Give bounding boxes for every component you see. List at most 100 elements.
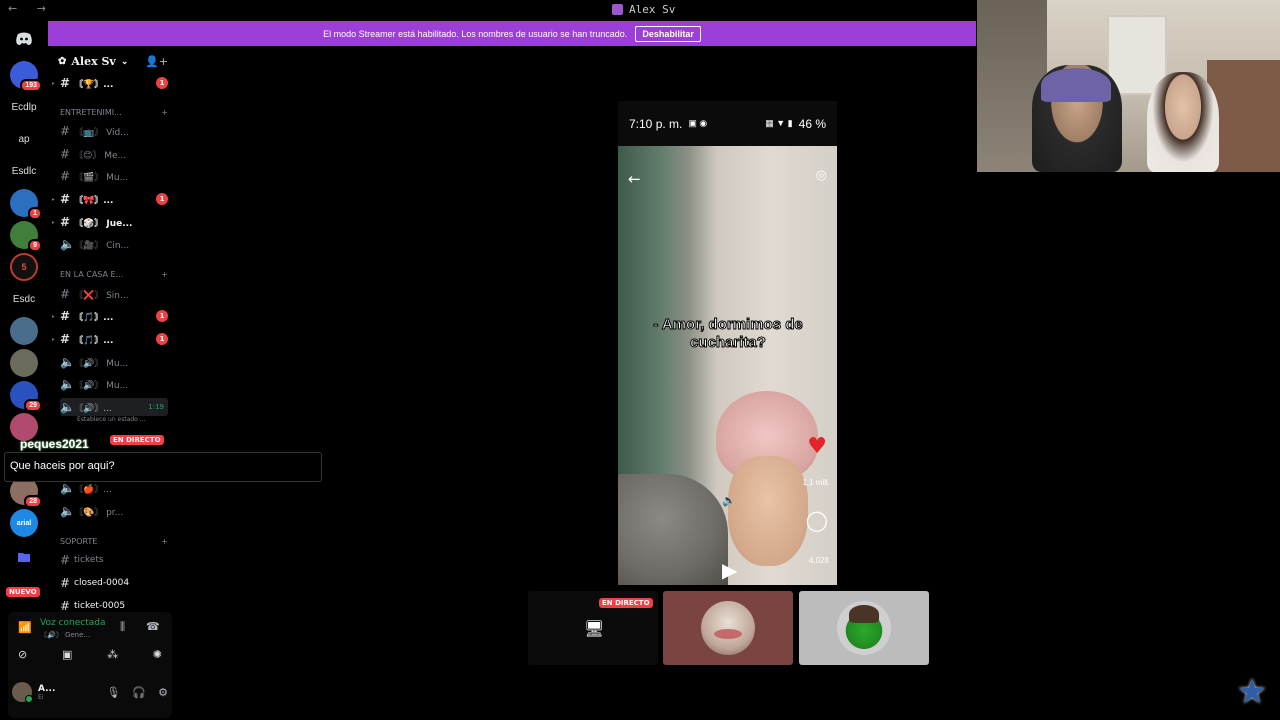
user-area: A... Ei 🎙 🎧 ⚙ <box>12 682 168 703</box>
channel-logo-icon: ★ <box>1236 672 1268 712</box>
participant-tile[interactable] <box>663 591 793 665</box>
disconnect-icon[interactable]: ☎ <box>146 620 160 633</box>
noise-suppression-icon[interactable]: ⫼ <box>120 620 125 634</box>
activities-icon[interactable]: ⁂ <box>107 648 118 661</box>
hash-icon: # <box>60 169 71 183</box>
discord-home-icon[interactable] <box>10 25 38 53</box>
channel-item[interactable]: # closed-0004 <box>60 574 168 592</box>
channel-item[interactable]: ▶ # 〘🎀〙... 1 <box>52 190 168 208</box>
camera-off-icon[interactable]: ⊘ <box>18 648 27 661</box>
folder-icon[interactable] <box>10 543 38 571</box>
speaker-icon: 🔈 <box>60 355 75 369</box>
avatar <box>701 601 755 655</box>
mention-badge: 1 <box>156 310 168 322</box>
titlebar: ← → Alex Sv <box>0 0 976 20</box>
channel-item[interactable]: ▶ # 〘🎵〙... 1 <box>52 307 168 325</box>
channel-item[interactable]: ▶ # 〘🎲〙 Jue... <box>52 213 168 231</box>
window-tab-title: Alex Sv <box>629 3 676 16</box>
server-icon-7[interactable]: 29 <box>10 381 42 412</box>
avatar-hair <box>849 605 879 623</box>
share-screen-icon[interactable]: ▣ <box>62 648 72 661</box>
avatar[interactable] <box>12 682 33 703</box>
gear-icon[interactable]: ⚙ <box>158 686 168 699</box>
live-badge: EN DIRECTO <box>599 598 653 608</box>
voice-channel-item[interactable]: 🔈 〘🔊〙 Mu... <box>60 353 168 371</box>
channel-item[interactable]: # 〘😊〙 Me... <box>60 145 168 163</box>
voice-connected-label[interactable]: Voz conectada <box>40 618 105 628</box>
comment-icon[interactable]: ◯ <box>806 508 828 532</box>
channel-item[interactable]: ▶ # 〘🎵〙... 1 <box>52 330 168 348</box>
history-nav-arrows[interactable]: ← → <box>8 2 54 15</box>
speaker-icon: 🔈 <box>60 504 75 518</box>
add-channel-icon[interactable]: + <box>161 537 168 546</box>
soundboard-icon[interactable]: ✺ <box>153 648 162 661</box>
participant-tile-stream[interactable]: EN DIRECTO 🖥 <box>528 591 658 665</box>
like-heart-icon[interactable]: ♥ <box>807 434 827 459</box>
set-status-hint[interactable]: Establece un estado ... <box>77 416 145 423</box>
chat-message: Que haceis por aqui? <box>4 452 322 482</box>
voice-channel-item-active[interactable]: 🔈 〘🔊〙... 1:19 <box>60 398 168 416</box>
server-icon-ecdlp[interactable]: Ecdlp <box>10 93 38 121</box>
hash-icon: # <box>60 309 71 323</box>
phone-battery: 46 % <box>798 116 826 131</box>
category-soporte[interactable]: SOPORTE + <box>60 537 168 546</box>
volume-icon[interactable]: 🔈 <box>722 494 736 507</box>
monitor-icon: 🖥 <box>584 619 605 638</box>
voice-channel-name[interactable]: 〘🔊〙 Gene... <box>40 630 90 640</box>
screen-share-stream[interactable]: 7:10 p. m. ▣ ◉ ▦ ▼ ▮ 46 % ← ◎ - Amor, do… <box>618 101 837 585</box>
webcam-overlay <box>977 0 1280 172</box>
voice-connection-panel: 📶 Voz conectada 〘🔊〙 Gene... ⫼ ☎ ⊘ ▣ ⁂ ✺ … <box>8 612 172 718</box>
face-image <box>728 456 808 566</box>
disable-streamer-mode-button[interactable]: Deshabilitar <box>635 25 701 42</box>
speaker-icon: 🔈 <box>60 377 75 391</box>
channel-item[interactable]: ▶ # 〘🏆〙... 1 <box>52 74 168 92</box>
headphones-icon[interactable]: 🎧 <box>132 686 146 699</box>
channel-label: 〘🏆〙... <box>74 79 114 90</box>
camera-icon[interactable]: ◎ <box>816 168 827 183</box>
channel-item[interactable]: # 〘🎬〙 Mu... <box>60 167 168 185</box>
server-icon-esdlc[interactable]: Esdlc <box>10 157 38 185</box>
hash-icon: # <box>60 599 71 610</box>
user-name: A... <box>38 683 56 694</box>
speaker-icon: 🔈 <box>60 237 75 251</box>
server-icon-6[interactable] <box>10 349 38 377</box>
streamer-mode-message: El modo Streamer está habilitado. Los no… <box>323 28 628 39</box>
channel-item[interactable]: # tickets <box>60 551 168 569</box>
add-channel-icon[interactable]: + <box>161 270 168 279</box>
channel-item[interactable]: # 〘❌〙 Sin... <box>60 285 168 303</box>
category-en-la-casa[interactable]: EN LA CASA E... + <box>60 270 168 279</box>
invite-user-icon[interactable]: 👤+ <box>145 55 168 68</box>
server-icon-ap[interactable]: ap <box>10 125 38 153</box>
video-caption: - Amor, dormimos de cucharita? <box>653 316 803 352</box>
new-badge: NUEVO <box>6 587 40 597</box>
server-icon-4[interactable] <box>10 317 38 345</box>
server-icon-esdc[interactable]: Esdc <box>10 285 38 313</box>
unread-arrow-icon: ▶ <box>52 79 55 87</box>
signal-icon[interactable]: 📶 <box>18 621 32 634</box>
voice-channel-item[interactable]: 🔈 〘🎨〙 pr... <box>60 502 168 520</box>
server-icon-1[interactable]: 193 <box>10 61 42 92</box>
chevron-down-icon: ⌄ <box>120 56 129 67</box>
server-icon-2[interactable]: 1 <box>10 189 42 220</box>
hash-icon: # <box>60 287 71 301</box>
microphone-icon[interactable]: 🎙 <box>106 686 120 699</box>
play-icon[interactable]: ▶ <box>722 558 737 582</box>
signal-wifi-icons: ▦ ▼ ▮ <box>765 118 793 128</box>
voice-channel-item[interactable]: 🔈 〘🎥〙 Cin... <box>60 235 168 253</box>
server-name: Alex Sv <box>71 55 116 68</box>
voice-channel-item[interactable]: 🔈 〘🔊〙 Mu... <box>60 375 168 393</box>
add-channel-icon[interactable]: + <box>161 108 168 117</box>
server-header[interactable]: ✿ Alex Sv ⌄ <box>58 55 128 68</box>
back-arrow-icon[interactable]: ← <box>628 170 641 188</box>
streamer-cap <box>1041 68 1111 102</box>
participant-tile[interactable] <box>799 591 929 665</box>
channel-item[interactable]: # 〘📺〙 Vid... <box>60 122 168 140</box>
live-badge: EN DIRECTO <box>110 435 164 445</box>
channel-item[interactable]: # ticket-0005 <box>60 597 168 610</box>
server-icon-arial[interactable]: arial <box>10 509 38 537</box>
category-entretenimiento[interactable]: ENTRETENIMI... + <box>60 108 168 117</box>
server-icon-5[interactable]: 5 <box>10 253 38 281</box>
server-icon-3[interactable]: 9 <box>10 221 42 252</box>
speaker-icon: 🔈 <box>60 481 75 495</box>
app-icon <box>612 4 623 15</box>
